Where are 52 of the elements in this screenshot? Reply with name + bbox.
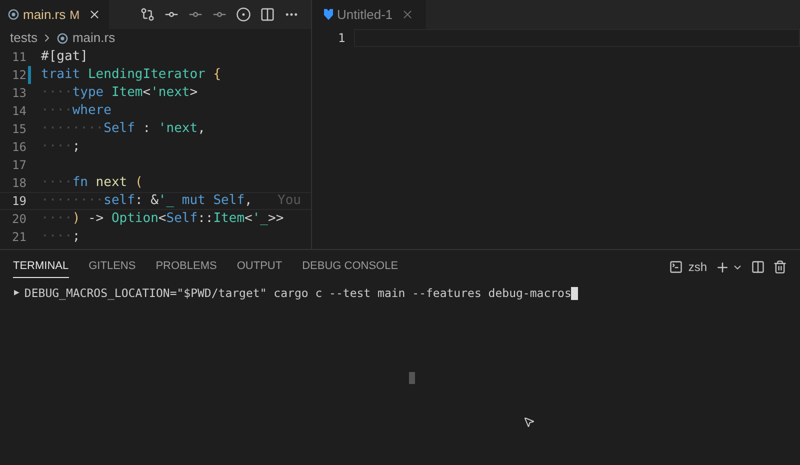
- close-icon[interactable]: [88, 8, 101, 21]
- code-line: ········self: &'_ mut Self,: [41, 192, 252, 210]
- trash-icon[interactable]: [773, 260, 787, 274]
- code-line: ········Self : 'next,: [41, 120, 206, 138]
- modified-indicator-label: M: [70, 6, 80, 24]
- code-line: ····;: [41, 138, 80, 156]
- line-number: 11: [11, 49, 28, 66]
- compare-icon[interactable]: [140, 7, 155, 22]
- blame-annotation: You: [278, 192, 301, 210]
- tab-label: main.rs: [23, 6, 66, 24]
- code-line: ····;: [41, 228, 80, 246]
- line-number: 12: [11, 67, 28, 84]
- split-editor-icon[interactable]: [260, 7, 275, 22]
- file-icon: [324, 9, 333, 20]
- line-number: 1: [337, 30, 346, 47]
- breadcrumb[interactable]: main.rs: [72, 28, 116, 48]
- line-number: 18: [11, 175, 28, 192]
- code-line: ····where: [41, 102, 112, 120]
- code-line: ····fn next (: [41, 174, 143, 192]
- mouse-pointer-icon: [523, 416, 535, 428]
- code-line: trait LendingIterator {: [41, 66, 222, 84]
- editor-tab[interactable]: main.rs M: [0, 0, 109, 29]
- rust-file-icon: [8, 9, 19, 20]
- line-number: 21: [11, 229, 28, 246]
- code-line: ····) -> Option<Self::Item<'_>>: [41, 210, 284, 228]
- breadcrumb[interactable]: tests: [10, 28, 38, 48]
- line-number: 16: [11, 139, 28, 156]
- terminal-command: DEBUG_MACROS_LOCATION="$PWD/target" cargo c --test main --features debug-macros: [24, 285, 572, 302]
- line-number: 13: [11, 85, 28, 102]
- text-cursor: [571, 287, 578, 300]
- line-number: 15: [11, 121, 28, 138]
- split-terminal-icon[interactable]: [751, 260, 765, 274]
- panel-tab[interactable]: PROBLEMS: [156, 256, 217, 278]
- line-number: 17: [11, 157, 28, 174]
- text-cursor: [409, 372, 415, 384]
- rust-file-icon: [57, 32, 68, 44]
- panel-tab[interactable]: DEBUG CONSOLE: [302, 256, 398, 278]
- editor-tab[interactable]: Untitled-1: [312, 0, 426, 29]
- code-line: ····type Item<'next>: [41, 84, 198, 102]
- panel-tab[interactable]: TERMINAL: [13, 256, 69, 278]
- panel-tab[interactable]: OUTPUT: [236, 256, 282, 278]
- tab-label: Untitled-1: [337, 6, 393, 24]
- terminal-icon: [669, 260, 684, 274]
- prompt-symbol: ▶: [14, 286, 20, 300]
- line-number: 14: [11, 103, 28, 120]
- line-number: 20: [11, 211, 28, 228]
- timeline-icon[interactable]: [236, 7, 251, 22]
- line-number: 19: [11, 193, 28, 210]
- panel-tab[interactable]: GITLENS: [88, 256, 136, 278]
- shell-name[interactable]: zsh: [688, 258, 707, 276]
- new-terminal-icon[interactable]: [715, 260, 730, 274]
- code-line: #[gat]: [41, 48, 88, 66]
